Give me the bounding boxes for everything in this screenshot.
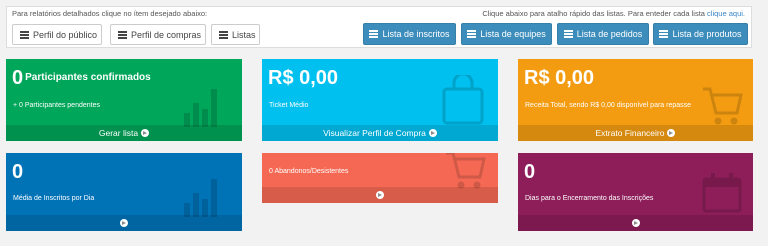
participants-value: 0 xyxy=(12,67,24,89)
arrow-circle-right-icon xyxy=(376,191,384,199)
daily-average-link[interactable] xyxy=(6,215,242,231)
list-icon xyxy=(219,30,228,39)
participants-value-suffix: Participantes confirmados xyxy=(25,72,151,83)
daily-average-value: 0 xyxy=(12,161,24,183)
products-list-label: Lista de produtos xyxy=(672,29,742,39)
orders-list-label: Lista de pedidos xyxy=(576,29,643,39)
participants-count: 0 Participantes confirmados xyxy=(12,67,151,90)
teams-list-button[interactable]: Lista de equipes xyxy=(461,23,552,45)
daily-average-label: Média de Inscritos por Dia xyxy=(13,195,95,202)
purchase-profile-label: Perfil de compras xyxy=(131,29,202,40)
public-profile-label: Perfil do público xyxy=(33,29,98,40)
average-ticket-value: R$ 0,00 xyxy=(268,67,339,89)
registrants-list-button[interactable]: Lista de inscritos xyxy=(363,23,456,45)
help-link[interactable]: clique aqui. xyxy=(707,9,745,18)
lists-hint-text: Clique abaixo para atalho rápido das lis… xyxy=(482,9,708,18)
days-remaining-label: Dias para o Encerramento das Inscrições xyxy=(525,195,654,202)
pending-participants: + 0 Participantes pendentes xyxy=(13,102,100,109)
lists-button[interactable]: Listas xyxy=(211,24,260,45)
list-icon xyxy=(467,30,477,38)
abandonment-card: 0 Abandonos/Desistentes xyxy=(262,153,498,203)
days-remaining-link[interactable] xyxy=(518,215,753,231)
arrow-circle-right-icon xyxy=(120,219,128,227)
bar-chart-icon xyxy=(184,89,217,127)
ticket-card: R$ 0,00 Ticket Médio Visualizar Perfil d… xyxy=(262,59,498,141)
lists-hint: Clique abaixo para atalho rápido das lis… xyxy=(482,9,745,18)
cart-icon xyxy=(446,153,486,189)
abandonment-link[interactable] xyxy=(262,187,498,203)
purchase-profile-button[interactable]: Perfil de compras xyxy=(110,24,206,45)
list-icon xyxy=(20,30,29,39)
shopping-bag-icon xyxy=(442,75,484,125)
abandonment-label: 0 Abandonos/Desistentes xyxy=(269,168,349,175)
public-profile-button[interactable]: Perfil do público xyxy=(12,24,102,45)
participants-card: 0 Participantes confirmados + 0 Participa… xyxy=(6,59,242,141)
days-remaining-value: 0 xyxy=(524,161,536,183)
list-icon xyxy=(118,30,127,39)
list-icon xyxy=(563,30,573,38)
purchase-profile-link-label: Visualizar Perfil de Compra xyxy=(323,128,426,138)
teams-list-label: Lista de equipes xyxy=(480,29,546,39)
generate-list-label: Gerar lista xyxy=(98,128,139,138)
orders-list-button[interactable]: Lista de pedidos xyxy=(557,23,649,45)
financial-statement-link[interactable]: Extrato Financeiro xyxy=(518,125,753,141)
calendar-icon xyxy=(702,173,742,213)
arrow-circle-right-icon xyxy=(631,219,640,227)
list-icon xyxy=(369,30,379,38)
average-ticket-label: Ticket Médio xyxy=(269,102,309,109)
registrants-list-label: Lista de inscritos xyxy=(382,29,450,39)
total-revenue-label: Receita Total, sendo R$ 0,00 disponível … xyxy=(525,102,692,109)
daily-average-card: 0 Média de Inscritos por Dia xyxy=(6,153,242,231)
cart-icon xyxy=(703,87,743,125)
total-revenue-value: R$ 0,00 xyxy=(524,67,595,89)
arrow-circle-right-icon xyxy=(428,129,437,137)
products-list-button[interactable]: Lista de produtos xyxy=(653,23,748,45)
days-remaining-card: 0 Dias para o Encerramento das Inscriçõe… xyxy=(518,153,753,231)
generate-list-link[interactable]: Gerar lista xyxy=(6,125,242,141)
bar-chart-icon xyxy=(184,179,217,217)
arrow-circle-right-icon xyxy=(141,129,150,137)
report-toolbar: Para relatórios detalhados clique no íte… xyxy=(6,6,752,48)
purchase-profile-link[interactable]: Visualizar Perfil de Compra xyxy=(262,125,498,141)
list-icon xyxy=(659,30,669,38)
lists-label: Listas xyxy=(232,29,256,40)
financial-statement-label: Extrato Financeiro xyxy=(595,128,665,138)
arrow-circle-right-icon xyxy=(667,129,676,137)
reports-hint: Para relatórios detalhados clique no íte… xyxy=(12,9,208,18)
revenue-card: R$ 0,00 Receita Total, sendo R$ 0,00 dis… xyxy=(518,59,753,141)
